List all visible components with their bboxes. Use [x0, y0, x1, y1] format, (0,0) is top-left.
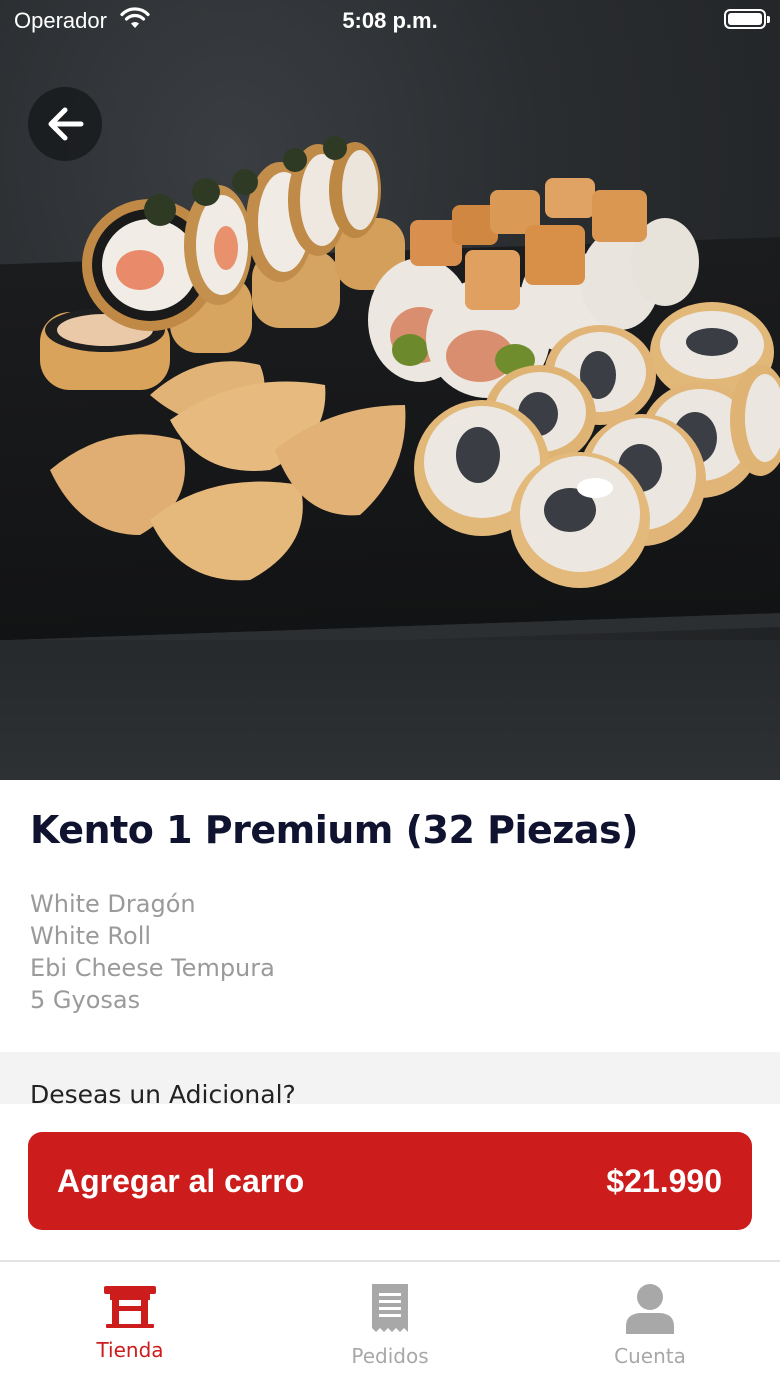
receipt-icon [372, 1284, 408, 1332]
description-line: 5 Gyosas [30, 986, 141, 1014]
price-label: $21.990 [606, 1163, 722, 1199]
add-to-cart-button[interactable]: Agregar al carro $21.990 [28, 1132, 752, 1230]
product-title: Kento 1 Premium (32 Piezas) [30, 808, 639, 852]
battery-icon [724, 9, 770, 29]
product-image [0, 0, 780, 780]
tab-tienda[interactable]: Tienda [0, 1262, 260, 1387]
store-icon [104, 1286, 156, 1328]
tab-label: Tienda [96, 1338, 164, 1362]
gyosas [50, 361, 406, 581]
extras-section: Deseas un Adicional? [0, 1052, 780, 1112]
tab-bar: Tienda Pedidos Cuenta [0, 1260, 780, 1387]
description-line: White Roll [30, 922, 152, 950]
clock: 5:08 p.m. [342, 8, 438, 33]
arrow-left-icon [48, 107, 84, 141]
tempura-rolls [40, 136, 405, 390]
product-description: White Dragón White Roll Ebi Cheese Tempu… [30, 888, 275, 1016]
sushi-illustration [40, 136, 780, 588]
tab-label: Pedidos [351, 1344, 429, 1368]
tab-label: Cuenta [614, 1344, 686, 1368]
cta-container: Agregar al carro $21.990 [0, 1104, 780, 1260]
description-line: Ebi Cheese Tempura [30, 954, 275, 982]
back-button[interactable] [28, 87, 102, 161]
description-line: White Dragón [30, 890, 196, 918]
status-bar: Operador 5:08 p.m. [0, 0, 780, 40]
tab-cuenta[interactable]: Cuenta [520, 1262, 780, 1387]
add-to-cart-label: Agregar al carro [57, 1163, 305, 1199]
user-icon [626, 1284, 674, 1334]
tab-pedidos[interactable]: Pedidos [260, 1262, 520, 1387]
